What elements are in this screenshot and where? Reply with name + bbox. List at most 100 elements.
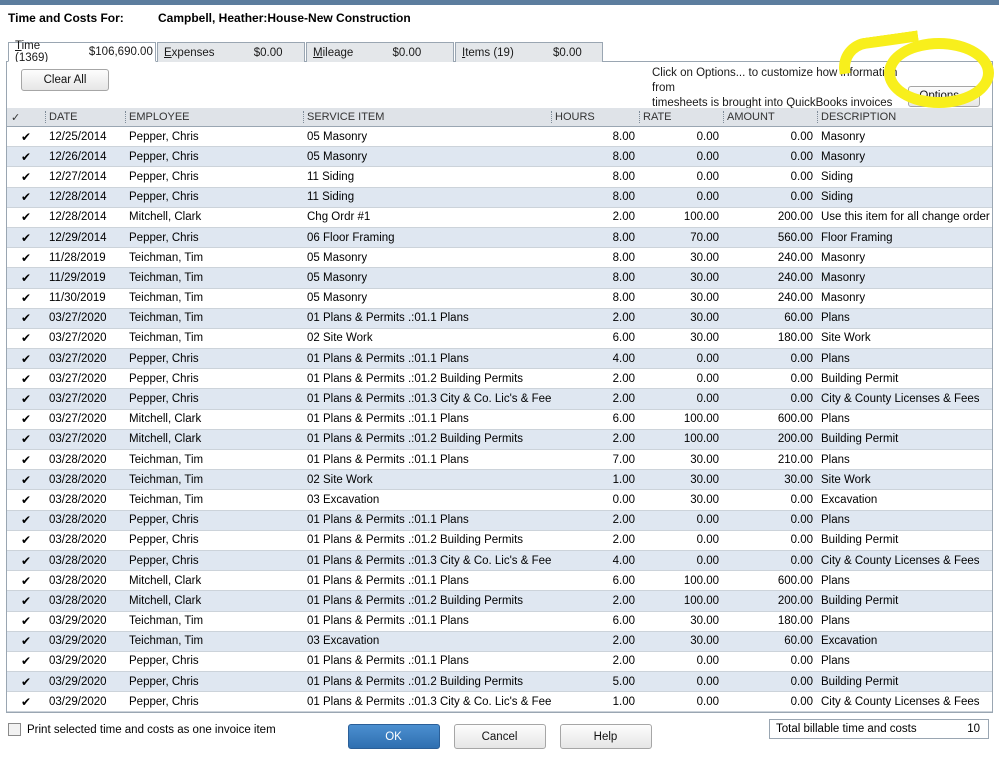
row-rate: 100.00: [639, 409, 723, 430]
row-check-icon[interactable]: ✔: [7, 368, 45, 390]
column-header-description[interactable]: DESCRIPTION: [817, 108, 992, 127]
table-row[interactable]: ✔ 12/29/2014 Pepper, Chris 06 Floor Framing…: [7, 227, 992, 249]
table-row[interactable]: ✔ 03/28/2020 Teichman, Tim 03 Excavation 0.0…: [7, 489, 992, 511]
row-amount: 0.00: [723, 530, 817, 551]
row-rate: 0.00: [639, 671, 723, 693]
row-employee: Pepper, Chris: [125, 388, 303, 410]
table-row[interactable]: ✔ 03/28/2020 Teichman, Tim 02 Site Work 1.00…: [7, 469, 992, 491]
row-check-icon[interactable]: ✔: [7, 449, 45, 471]
row-check-icon[interactable]: ✔: [7, 611, 45, 632]
row-check-icon[interactable]: ✔: [7, 510, 45, 531]
row-service-item: 01 Plans & Permits .:01.1 Plans: [303, 409, 551, 430]
table-row[interactable]: ✔ 11/30/2019 Teichman, Tim 05 Masonry 8.00 30…: [7, 288, 992, 309]
table-row[interactable]: ✔ 03/29/2020 Pepper, Chris 01 Plans & Permi…: [7, 691, 992, 713]
row-hours: 0.00: [551, 489, 639, 511]
tab-time[interactable]: Time (1369) $106,690.00: [8, 40, 156, 64]
clear-all-button[interactable]: Clear All: [21, 69, 109, 91]
cancel-button[interactable]: Cancel: [453, 724, 546, 749]
row-service-item: 06 Floor Framing: [303, 227, 551, 249]
table-row[interactable]: ✔ 03/29/2020 Teichman, Tim 03 Excavation 2.0…: [7, 631, 992, 652]
help-button[interactable]: Help: [559, 724, 652, 749]
table-row[interactable]: ✔ 11/28/2019 Teichman, Tim 05 Masonry 8.00 30…: [7, 247, 992, 269]
ok-button[interactable]: OK: [347, 724, 440, 749]
table-row[interactable]: ✔ 03/29/2020 Teichman, Tim 01 Plans & Permi…: [7, 611, 992, 632]
row-rate: 0.00: [639, 126, 723, 148]
table-row[interactable]: ✔ 03/29/2020 Pepper, Chris 01 Plans & Permi…: [7, 651, 992, 673]
row-check-icon[interactable]: ✔: [7, 590, 45, 612]
row-amount: 0.00: [723, 388, 817, 410]
table-row[interactable]: ✔ 03/28/2020 Mitchell, Clark 01 Plans & Per…: [7, 590, 992, 612]
table-row[interactable]: ✔ 03/27/2020 Teichman, Tim 01 Plans & Permi…: [7, 308, 992, 329]
row-check-icon[interactable]: ✔: [7, 288, 45, 309]
row-rate: 30.00: [639, 489, 723, 511]
row-check-icon[interactable]: ✔: [7, 631, 45, 652]
row-check-icon[interactable]: ✔: [7, 429, 45, 451]
column-header-rate[interactable]: RATE: [639, 108, 723, 127]
table-row[interactable]: ✔ 03/28/2020 Pepper, Chris 01 Plans & Permi…: [7, 530, 992, 551]
row-check-icon[interactable]: ✔: [7, 207, 45, 228]
row-service-item: 03 Excavation: [303, 631, 551, 652]
row-check-icon[interactable]: ✔: [7, 550, 45, 572]
column-header-date[interactable]: DATE: [45, 108, 125, 127]
table-row[interactable]: ✔ 12/26/2014 Pepper, Chris 05 Masonry 8.00 0.…: [7, 146, 992, 168]
row-check-icon[interactable]: ✔: [7, 388, 45, 410]
row-date: 03/29/2020: [45, 611, 125, 632]
row-check-icon[interactable]: ✔: [7, 671, 45, 693]
table-row[interactable]: ✔ 03/29/2020 Pepper, Chris 01 Plans & Permi…: [7, 671, 992, 693]
table-row[interactable]: ✔ 03/28/2020 Mitchell, Clark 01 Plans & Per…: [7, 570, 992, 592]
row-description: Plans: [817, 409, 992, 430]
table-row[interactable]: ✔ 12/28/2014 Mitchell, Clark Chg Ordr #1 2.0…: [7, 207, 992, 228]
row-check-icon[interactable]: ✔: [7, 126, 45, 148]
table-row[interactable]: ✔ 03/27/2020 Teichman, Tim 02 Site Work 6.00…: [7, 328, 992, 350]
table-body: ✔ 12/25/2014 Pepper, Chris 05 Masonry 8.00 0.…: [7, 126, 992, 713]
table-row[interactable]: ✔ 12/27/2014 Pepper, Chris 11 Siding 8.00 0.0…: [7, 166, 992, 188]
table-row[interactable]: ✔ 03/27/2020 Pepper, Chris 01 Plans & Permi…: [7, 368, 992, 390]
row-amount: 210.00: [723, 449, 817, 471]
row-check-icon[interactable]: ✔: [7, 187, 45, 208]
table-row[interactable]: ✔ 03/28/2020 Pepper, Chris 01 Plans & Permi…: [7, 510, 992, 531]
row-check-icon[interactable]: ✔: [7, 469, 45, 491]
row-hours: 7.00: [551, 449, 639, 471]
table-row[interactable]: ✔ 03/28/2020 Pepper, Chris 01 Plans & Permi…: [7, 550, 992, 572]
row-check-icon[interactable]: ✔: [7, 348, 45, 370]
table-row[interactable]: ✔ 11/29/2019 Teichman, Tim 05 Masonry 8.00 30…: [7, 267, 992, 289]
tab-items[interactable]: Items (19) $0.00: [455, 42, 603, 62]
table-row[interactable]: ✔ 12/25/2014 Pepper, Chris 05 Masonry 8.00 0.…: [7, 126, 992, 148]
table-row[interactable]: ✔ 03/27/2020 Pepper, Chris 01 Plans & Permi…: [7, 348, 992, 370]
column-header-hours[interactable]: HOURS: [551, 108, 639, 127]
row-check-icon[interactable]: ✔: [7, 166, 45, 188]
row-check-icon[interactable]: ✔: [7, 146, 45, 168]
row-check-icon[interactable]: ✔: [7, 267, 45, 289]
row-description: Masonry: [817, 247, 992, 269]
row-check-icon[interactable]: ✔: [7, 570, 45, 592]
tab-mileage[interactable]: Mileage $0.00: [306, 42, 454, 62]
column-header-amount[interactable]: AMOUNT: [723, 108, 817, 127]
row-check-icon[interactable]: ✔: [7, 691, 45, 713]
row-check-icon[interactable]: ✔: [7, 489, 45, 511]
row-check-icon[interactable]: ✔: [7, 651, 45, 673]
table-row[interactable]: ✔ 03/27/2020 Pepper, Chris 01 Plans & Permi…: [7, 388, 992, 410]
table-row[interactable]: ✔ 03/27/2020 Mitchell, Clark 01 Plans & Per…: [7, 429, 992, 451]
header-label: Time and Costs For:: [8, 11, 124, 25]
row-rate: 30.00: [639, 267, 723, 289]
row-check-icon[interactable]: ✔: [7, 328, 45, 350]
table-row[interactable]: ✔ 03/27/2020 Mitchell, Clark 01 Plans & Per…: [7, 409, 992, 430]
column-header-employee[interactable]: EMPLOYEE: [125, 108, 303, 127]
table-row[interactable]: ✔ 12/28/2014 Pepper, Chris 11 Siding 8.00 0.0…: [7, 187, 992, 208]
options-button[interactable]: Options...: [908, 86, 980, 107]
row-rate: 0.00: [639, 530, 723, 551]
row-service-item: 11 Siding: [303, 187, 551, 208]
tab-expenses[interactable]: Expenses $0.00: [157, 42, 305, 62]
row-check-icon[interactable]: ✔: [7, 409, 45, 430]
row-check-icon[interactable]: ✔: [7, 247, 45, 269]
table-row[interactable]: ✔ 03/28/2020 Teichman, Tim 01 Plans & Permi…: [7, 449, 992, 471]
row-hours: 4.00: [551, 348, 639, 370]
column-header-check[interactable]: ✓: [7, 108, 45, 127]
row-check-icon[interactable]: ✔: [7, 530, 45, 551]
row-check-icon[interactable]: ✔: [7, 227, 45, 249]
row-employee: Pepper, Chris: [125, 146, 303, 168]
time-grid: ✓ DATE EMPLOYEE SERVICE ITEM HOURS RATE …: [6, 108, 993, 714]
row-check-icon[interactable]: ✔: [7, 308, 45, 329]
row-hours: 6.00: [551, 328, 639, 350]
column-header-service-item[interactable]: SERVICE ITEM: [303, 108, 551, 127]
